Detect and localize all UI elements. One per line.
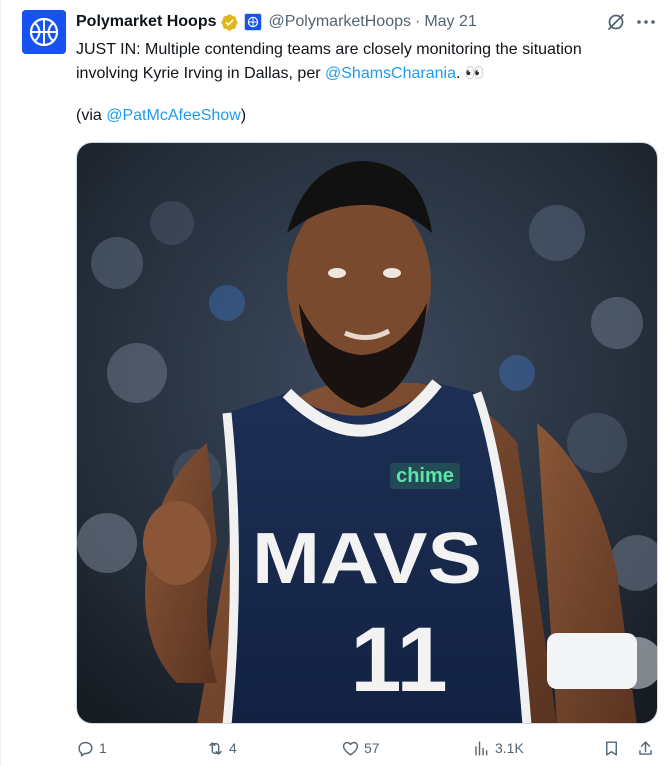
bookmark-button[interactable] (602, 736, 621, 760)
tweet-body-end: . 👀 (455, 65, 485, 82)
repost-button[interactable]: 4 (206, 736, 237, 760)
views-count: 3.1K (495, 740, 524, 756)
handle[interactable]: @PolymarketHoops (268, 13, 411, 31)
repost-icon (209, 741, 222, 755)
reply-icon (78, 741, 93, 757)
heart-icon (342, 741, 359, 756)
timeline-border (0, 0, 1, 766)
avatar[interactable] (22, 10, 66, 54)
tweet-text: JUST IN: Multiple contending teams are c… (76, 38, 646, 86)
more-options-icon[interactable] (634, 10, 658, 34)
verified-badge-icon[interactable] (220, 13, 239, 32)
views-chart-icon (475, 740, 488, 756)
display-name[interactable]: Polymarket Hoops (76, 13, 216, 31)
tweet-header: Polymarket Hoops @PolymarketHoops · May … (76, 11, 477, 33)
share-icon (639, 740, 652, 755)
reply-count: 1 (99, 740, 107, 756)
tweet-actions: 1 4 57 3.1K (76, 736, 658, 760)
affiliate-badge-icon[interactable] (244, 13, 263, 31)
views-button[interactable]: 3.1K (472, 736, 524, 760)
bookmark-icon (606, 740, 617, 756)
separator-dot: · (415, 13, 421, 30)
repost-count: 4 (229, 740, 237, 756)
jersey-sponsor: chime (396, 465, 454, 487)
like-button[interactable]: 57 (341, 736, 380, 760)
basketball-logo-icon (22, 10, 66, 54)
via-mention-link[interactable]: @PatMcAfeeShow (106, 107, 241, 124)
like-count: 57 (364, 740, 380, 756)
grok-icon[interactable] (604, 10, 628, 34)
jersey-team-name: MAVS (252, 519, 482, 599)
jersey-number: 11 (350, 609, 447, 711)
share-button[interactable] (636, 736, 655, 760)
tweet-photo[interactable]: chime MAVS 11 (76, 142, 658, 724)
via-suffix: ) (240, 107, 247, 124)
via-line: (via @PatMcAfeeShow) (76, 104, 246, 128)
via-prefix: (via (76, 107, 107, 124)
mention-link[interactable]: @ShamsCharania (325, 65, 456, 82)
timestamp[interactable]: May 21 (424, 13, 476, 31)
reply-button[interactable]: 1 (76, 736, 107, 760)
